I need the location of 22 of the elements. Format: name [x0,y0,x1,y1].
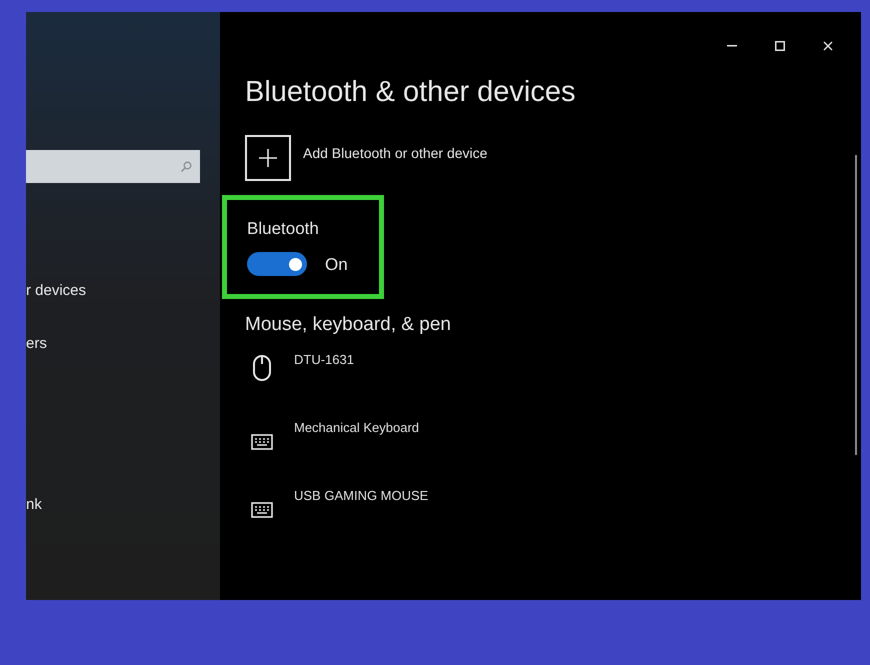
keyboard-icon [251,502,273,518]
device-item[interactable]: DTU-1631 [245,350,855,390]
maximize-icon[interactable] [775,41,785,51]
close-icon[interactable] [823,41,833,51]
device-item[interactable]: USB GAMING MOUSE [245,486,855,526]
minimize-icon[interactable] [727,45,737,47]
scrollbar[interactable] [855,155,857,455]
bluetooth-toggle[interactable] [247,252,307,276]
plus-icon [245,135,291,181]
toggle-state: On [325,254,348,276]
bluetooth-heading: Bluetooth [247,218,320,240]
keyboard-icon [251,434,273,450]
add-device-button[interactable]: Add Bluetooth or other device [245,135,855,181]
search-icon [180,160,192,172]
section-heading: Mouse, keyboard, & pen [245,315,452,334]
search-field[interactable] [26,150,200,183]
sidebar-item[interactable]: r devices [26,283,220,298]
mouse-icon [252,354,272,382]
sidebar-item[interactable]: ers [26,336,220,351]
window-title: Bluetooth & other devices [245,78,576,107]
device-item[interactable]: Mechanical Keyboard [245,418,855,458]
sidebar-item[interactable]: nk [26,497,220,512]
